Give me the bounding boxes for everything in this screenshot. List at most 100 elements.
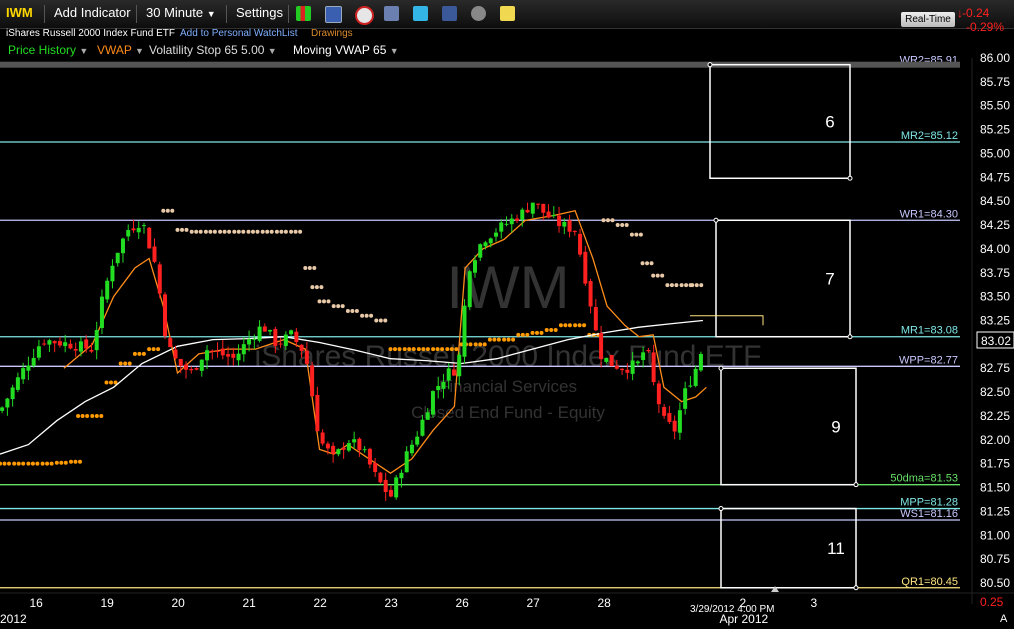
vstop-dot [606,218,610,223]
save-icon[interactable] [325,6,342,23]
vstop-dot [12,461,17,466]
chart-type-icon[interactable] [296,6,311,21]
candle-body [677,410,682,433]
y-tick-label: 81.25 [980,504,1010,518]
add-indicator-button[interactable]: Add Indicator [54,5,131,20]
y-tick-label: 85.75 [980,75,1010,89]
candle-body [194,368,199,370]
candle-body [47,340,52,345]
vstop-dot [601,218,606,223]
price-chart[interactable]: IWM iShares Russell 2000 Index Fund ETF … [0,0,1014,629]
vstop-dot [132,351,137,356]
pivot-level-label: MR1=83.08 [901,325,958,337]
candle-body [168,338,173,348]
candle-body [15,377,20,390]
vstop-dot [232,229,237,234]
vstop-dot [674,283,679,288]
candle-body [78,341,83,352]
vstop-dot [212,229,217,234]
candle-body [646,350,651,352]
chevron-down-icon: ▼ [79,46,89,56]
candle-body [662,407,667,416]
candle-body [141,225,146,227]
price-change: -0.24 [962,6,990,20]
vstop-dot [137,351,142,356]
candle-body [94,330,99,351]
vstop-dot [345,308,350,313]
candle-body [346,443,351,451]
x-tick-label: 19 [101,596,115,610]
candle-body [189,368,194,371]
candle-body [147,227,152,249]
target-box-label: 11 [827,539,845,558]
vstop-dot [549,328,554,333]
candle-body [515,218,520,221]
box-handle [707,62,713,68]
candle-body [68,343,73,349]
candle-body [441,381,446,389]
indicator-vwap[interactable]: VWAP ▼ [97,43,144,57]
vstop-dot [331,304,336,309]
x-tick-label: 21 [243,596,257,610]
indicator-volatility-stop[interactable]: Volatility Stop 65 5.00 ▼ [149,43,277,57]
candle-body [656,383,661,405]
interval-label: 30 Minute [146,5,204,20]
y-tick-label: 82.50 [980,385,1010,399]
candle-body [583,251,588,284]
realtime-button[interactable]: Real-Time [901,12,955,27]
vstop-dot [699,283,704,288]
alarm-clock-icon[interactable] [355,6,374,25]
vstop-dot [544,328,549,333]
interval-dropdown[interactable]: 30 Minute ▼ [146,5,216,20]
vstop-dot [496,337,501,342]
vstop-dot [468,342,473,347]
y-tick-label: 84.00 [980,242,1010,256]
vstop-dot [573,323,578,328]
y-tick-label: 86.00 [980,51,1010,65]
candle-body [557,215,562,227]
chevron-down-icon: ▼ [267,46,277,56]
vstop-dot [283,229,288,234]
vstop-dot [690,283,695,288]
candle-body [672,420,677,432]
candle-body [42,343,47,345]
facebook-icon[interactable] [442,6,457,21]
candle-body [488,238,493,244]
vstop-dot [40,461,45,466]
candle-body [163,294,168,337]
symbol-label[interactable]: IWM [6,5,33,20]
vstop-dot [322,299,326,304]
twitter-icon[interactable] [413,6,428,21]
print-icon[interactable] [384,6,399,21]
vstop-dot [487,337,492,342]
indicator-label: VWAP [97,43,132,57]
vstop-dot [279,229,284,234]
candle-body [52,341,57,344]
vstop-dot [615,223,620,228]
indicator-moving-vwap[interactable]: Moving VWAP 65 ▼ [293,43,399,57]
candle-body [635,361,640,364]
y-tick-label: 81.75 [980,457,1010,471]
drawings-link[interactable]: Drawings [311,28,353,39]
add-watchlist-link[interactable]: Add to Personal WatchList [180,28,297,39]
candle-body [341,447,346,450]
candle-body [84,339,89,349]
vstop-dot [378,318,383,323]
candle-body [683,388,688,409]
binoculars-icon[interactable] [471,6,486,21]
candle-body [89,349,94,352]
vstop-dot [180,227,184,232]
note-icon[interactable] [500,6,515,21]
candle-body [205,350,210,361]
candle-body [26,365,31,371]
vstop-dot [454,347,459,352]
candle-body [478,244,483,258]
pivot-level-label: WPP=82.77 [899,354,958,366]
vstop-dot [520,332,525,337]
indicator-price-history[interactable]: Price History ▼ [8,43,88,57]
settings-button[interactable]: Settings [236,5,283,20]
vstop-dot [624,223,629,228]
vstop-dot [651,273,656,278]
candle-body [352,439,357,443]
candle-body [136,227,141,233]
